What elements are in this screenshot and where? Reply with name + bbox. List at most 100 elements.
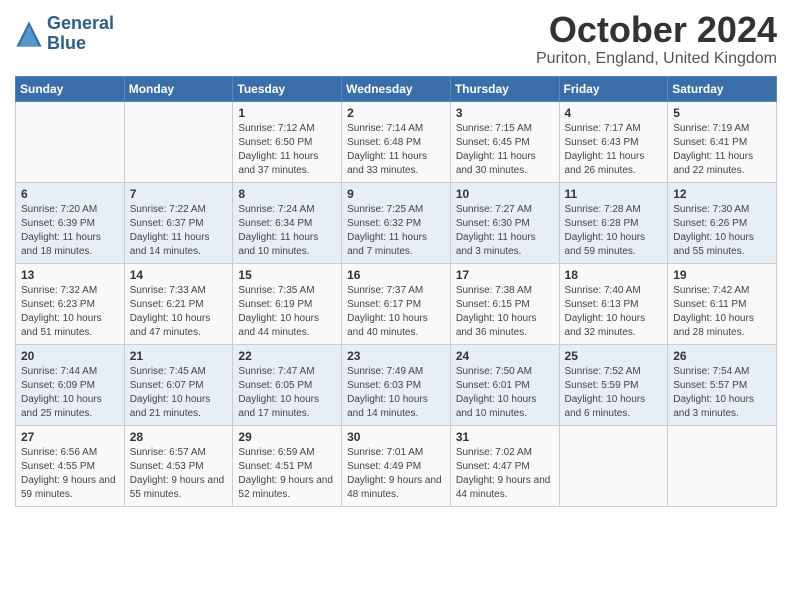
day-number: 30 — [347, 430, 445, 444]
day-info: Sunrise: 7:24 AM Sunset: 6:34 PM Dayligh… — [238, 203, 336, 259]
calendar-cell: 2 Sunrise: 7:14 AM Sunset: 6:48 PM Daylig… — [342, 101, 451, 182]
day-info: Sunrise: 7:49 AM Sunset: 6:03 PM Dayligh… — [347, 365, 445, 421]
day-number: 8 — [238, 187, 336, 201]
day-number: 25 — [565, 349, 663, 363]
day-header-thursday: Thursday — [450, 76, 559, 101]
calendar-cell: 14 Sunrise: 7:33 AM Sunset: 6:21 PM Dayli… — [124, 263, 233, 344]
calendar-cell — [668, 425, 777, 506]
day-info: Sunrise: 7:28 AM Sunset: 6:28 PM Dayligh… — [565, 203, 663, 259]
day-number: 17 — [456, 268, 554, 282]
calendar-cell: 25 Sunrise: 7:52 AM Sunset: 5:59 PM Dayli… — [559, 344, 668, 425]
day-header-tuesday: Tuesday — [233, 76, 342, 101]
day-number: 29 — [238, 430, 336, 444]
day-info: Sunrise: 7:54 AM Sunset: 5:57 PM Dayligh… — [673, 365, 771, 421]
day-info: Sunrise: 7:14 AM Sunset: 6:48 PM Dayligh… — [347, 122, 445, 178]
day-info: Sunrise: 7:02 AM Sunset: 4:47 PM Dayligh… — [456, 446, 554, 502]
day-number: 5 — [673, 106, 771, 120]
calendar-cell: 30Sunrise: 7:01 AM Sunset: 4:49 PM Dayli… — [342, 425, 451, 506]
day-number: 7 — [130, 187, 228, 201]
day-info: Sunrise: 7:38 AM Sunset: 6:15 PM Dayligh… — [456, 284, 554, 340]
week-row-5: 27Sunrise: 6:56 AM Sunset: 4:55 PM Dayli… — [16, 425, 777, 506]
calendar-cell: 3Sunrise: 7:15 AM Sunset: 6:45 PM Daylig… — [450, 101, 559, 182]
day-number: 28 — [130, 430, 228, 444]
day-header-friday: Friday — [559, 76, 668, 101]
calendar-cell: 12 Sunrise: 7:30 AM Sunset: 6:26 PM Dayli… — [668, 182, 777, 263]
calendar-cell: 28 Sunrise: 6:57 AM Sunset: 4:53 PM Dayli… — [124, 425, 233, 506]
calendar-cell: 27Sunrise: 6:56 AM Sunset: 4:55 PM Dayli… — [16, 425, 125, 506]
calendar-cell: 19 Sunrise: 7:42 AM Sunset: 6:11 PM Dayli… — [668, 263, 777, 344]
calendar-cell: 29 Sunrise: 6:59 AM Sunset: 4:51 PM Dayli… — [233, 425, 342, 506]
day-number: 18 — [565, 268, 663, 282]
calendar-cell: 24 Sunrise: 7:50 AM Sunset: 6:01 PM Dayli… — [450, 344, 559, 425]
day-number: 10 — [456, 187, 554, 201]
calendar-cell: 5Sunrise: 7:19 AM Sunset: 6:41 PM Daylig… — [668, 101, 777, 182]
day-info: Sunrise: 7:42 AM Sunset: 6:11 PM Dayligh… — [673, 284, 771, 340]
week-row-3: 13 Sunrise: 7:32 AM Sunset: 6:23 PM Dayli… — [16, 263, 777, 344]
day-info: Sunrise: 7:35 AM Sunset: 6:19 PM Dayligh… — [238, 284, 336, 340]
calendar-cell: 31 Sunrise: 7:02 AM Sunset: 4:47 PM Dayli… — [450, 425, 559, 506]
day-info: Sunrise: 6:57 AM Sunset: 4:53 PM Dayligh… — [130, 446, 228, 502]
day-info: Sunrise: 7:47 AM Sunset: 6:05 PM Dayligh… — [238, 365, 336, 421]
day-number: 2 — [347, 106, 445, 120]
calendar-cell: 22 Sunrise: 7:47 AM Sunset: 6:05 PM Dayli… — [233, 344, 342, 425]
logo-text: General Blue — [47, 14, 114, 54]
calendar-body: 1Sunrise: 7:12 AM Sunset: 6:50 PM Daylig… — [16, 101, 777, 506]
day-info: Sunrise: 7:52 AM Sunset: 5:59 PM Dayligh… — [565, 365, 663, 421]
week-row-1: 1Sunrise: 7:12 AM Sunset: 6:50 PM Daylig… — [16, 101, 777, 182]
calendar-cell: 21Sunrise: 7:45 AM Sunset: 6:07 PM Dayli… — [124, 344, 233, 425]
day-number: 24 — [456, 349, 554, 363]
logo: General Blue — [15, 14, 114, 54]
day-number: 9 — [347, 187, 445, 201]
day-header-saturday: Saturday — [668, 76, 777, 101]
calendar-cell — [16, 101, 125, 182]
calendar-cell: 7 Sunrise: 7:22 AM Sunset: 6:37 PM Daylig… — [124, 182, 233, 263]
header: General Blue October 2024 Puriton, Engla… — [15, 10, 777, 68]
day-number: 21 — [130, 349, 228, 363]
calendar-table: SundayMondayTuesdayWednesdayThursdayFrid… — [15, 76, 777, 507]
calendar-cell: 16Sunrise: 7:37 AM Sunset: 6:17 PM Dayli… — [342, 263, 451, 344]
calendar-cell: 1Sunrise: 7:12 AM Sunset: 6:50 PM Daylig… — [233, 101, 342, 182]
calendar-cell: 10 Sunrise: 7:27 AM Sunset: 6:30 PM Dayli… — [450, 182, 559, 263]
day-info: Sunrise: 6:59 AM Sunset: 4:51 PM Dayligh… — [238, 446, 336, 502]
day-info: Sunrise: 7:20 AM Sunset: 6:39 PM Dayligh… — [21, 203, 119, 259]
day-info: Sunrise: 7:50 AM Sunset: 6:01 PM Dayligh… — [456, 365, 554, 421]
day-number: 13 — [21, 268, 119, 282]
day-number: 4 — [565, 106, 663, 120]
location: Puriton, England, United Kingdom — [536, 50, 777, 68]
calendar-cell: 17 Sunrise: 7:38 AM Sunset: 6:15 PM Dayli… — [450, 263, 559, 344]
day-number: 6 — [21, 187, 119, 201]
day-info: Sunrise: 7:40 AM Sunset: 6:13 PM Dayligh… — [565, 284, 663, 340]
day-number: 3 — [456, 106, 554, 120]
calendar-cell: 23 Sunrise: 7:49 AM Sunset: 6:03 PM Dayli… — [342, 344, 451, 425]
calendar-cell: 18 Sunrise: 7:40 AM Sunset: 6:13 PM Dayli… — [559, 263, 668, 344]
day-info: Sunrise: 7:17 AM Sunset: 6:43 PM Dayligh… — [565, 122, 663, 178]
day-number: 22 — [238, 349, 336, 363]
calendar-cell: 9Sunrise: 7:25 AM Sunset: 6:32 PM Daylig… — [342, 182, 451, 263]
week-row-2: 6 Sunrise: 7:20 AM Sunset: 6:39 PM Daylig… — [16, 182, 777, 263]
day-header-sunday: Sunday — [16, 76, 125, 101]
day-number: 14 — [130, 268, 228, 282]
calendar-cell: 26Sunrise: 7:54 AM Sunset: 5:57 PM Dayli… — [668, 344, 777, 425]
calendar-cell: 13 Sunrise: 7:32 AM Sunset: 6:23 PM Dayli… — [16, 263, 125, 344]
day-info: Sunrise: 7:44 AM Sunset: 6:09 PM Dayligh… — [21, 365, 119, 421]
day-info: Sunrise: 7:32 AM Sunset: 6:23 PM Dayligh… — [21, 284, 119, 340]
calendar-cell: 20Sunrise: 7:44 AM Sunset: 6:09 PM Dayli… — [16, 344, 125, 425]
logo-icon — [15, 20, 43, 48]
calendar-header-row: SundayMondayTuesdayWednesdayThursdayFrid… — [16, 76, 777, 101]
month-title: October 2024 — [536, 10, 777, 50]
calendar-cell: 4 Sunrise: 7:17 AM Sunset: 6:43 PM Daylig… — [559, 101, 668, 182]
day-info: Sunrise: 7:12 AM Sunset: 6:50 PM Dayligh… — [238, 122, 336, 178]
day-number: 31 — [456, 430, 554, 444]
day-info: Sunrise: 7:33 AM Sunset: 6:21 PM Dayligh… — [130, 284, 228, 340]
day-number: 19 — [673, 268, 771, 282]
day-number: 23 — [347, 349, 445, 363]
calendar-cell: 6 Sunrise: 7:20 AM Sunset: 6:39 PM Daylig… — [16, 182, 125, 263]
day-number: 12 — [673, 187, 771, 201]
calendar-cell — [559, 425, 668, 506]
day-info: Sunrise: 7:27 AM Sunset: 6:30 PM Dayligh… — [456, 203, 554, 259]
week-row-4: 20Sunrise: 7:44 AM Sunset: 6:09 PM Dayli… — [16, 344, 777, 425]
day-number: 16 — [347, 268, 445, 282]
day-info: Sunrise: 7:22 AM Sunset: 6:37 PM Dayligh… — [130, 203, 228, 259]
day-info: Sunrise: 7:30 AM Sunset: 6:26 PM Dayligh… — [673, 203, 771, 259]
day-number: 11 — [565, 187, 663, 201]
